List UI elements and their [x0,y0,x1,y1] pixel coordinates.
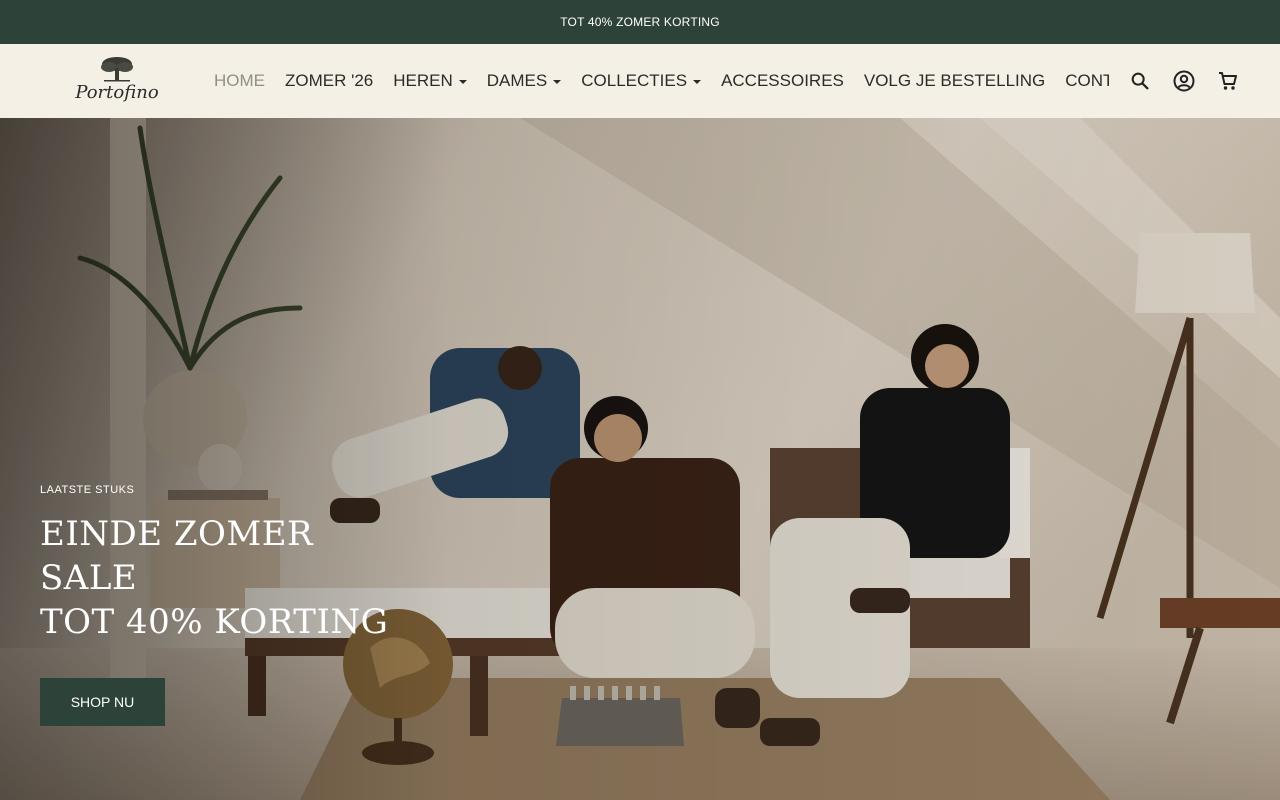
tree-icon [101,57,133,82]
brand-logo[interactable]: Portofino [72,52,162,110]
hero-image [0,118,1280,800]
hero-headline-line: TOT 40% KORTING [40,602,389,642]
nav-label: HEREN [393,71,453,90]
brand-name: Portofino [75,82,159,103]
nav-item-home[interactable]: HOME [214,71,265,91]
nav-item-zomer-26[interactable]: ZOMER '26 [285,71,373,91]
nav-item-dames[interactable]: DAMES [486,71,562,91]
main-navigation: HOME ZOMER '26 HEREN DAMES COLLECTIES AC… [214,44,1109,118]
hero-headline-line: SALE [40,558,138,598]
cart-icon[interactable] [1216,69,1240,93]
nav-label: VOLG JE BESTELLING [863,71,1046,90]
shop-now-button[interactable]: SHOP NU [40,678,165,726]
nav-item-heren[interactable]: HEREN [393,71,467,91]
nav-item-volg-je-bestelling[interactable]: VOLG JE BESTELLING [864,71,1045,91]
chevron-down-icon [693,80,702,84]
hero-text: LAATSTE STUKS EINDE ZOMER SALE TOT 40% K… [40,484,388,644]
nav-item-contact[interactable]: CONTACT [1065,71,1109,91]
search-icon[interactable] [1128,69,1152,93]
hero-headline: EINDE ZOMER SALE TOT 40% KORTING [40,512,388,644]
nav-label: CONTACT [1065,71,1109,90]
nav-label: ACCESSOIRES [721,71,844,90]
nav-label: HOME [214,71,265,90]
site-header: Portofino HOME ZOMER '26 HEREN DAMES COL… [0,44,1280,118]
hero-banner: LAATSTE STUKS EINDE ZOMER SALE TOT 40% K… [0,118,1280,800]
hero-headline-line: EINDE ZOMER [40,514,314,554]
nav-label: ZOMER '26 [285,71,374,90]
nav-label: DAMES [486,71,548,90]
account-icon[interactable] [1172,69,1196,93]
announcement-bar: TOT 40% ZOMER KORTING [0,0,1280,44]
nav-item-accessoires[interactable]: ACCESSOIRES [721,71,844,91]
chevron-down-icon [458,80,467,84]
hero-eyebrow: LAATSTE STUKS [40,484,135,496]
chevron-down-icon [553,80,562,84]
nav-label: COLLECTIES [581,71,688,90]
nav-item-collecties[interactable]: COLLECTIES [581,71,702,91]
header-actions [1128,44,1240,118]
announcement-text: TOT 40% ZOMER KORTING [560,15,720,29]
